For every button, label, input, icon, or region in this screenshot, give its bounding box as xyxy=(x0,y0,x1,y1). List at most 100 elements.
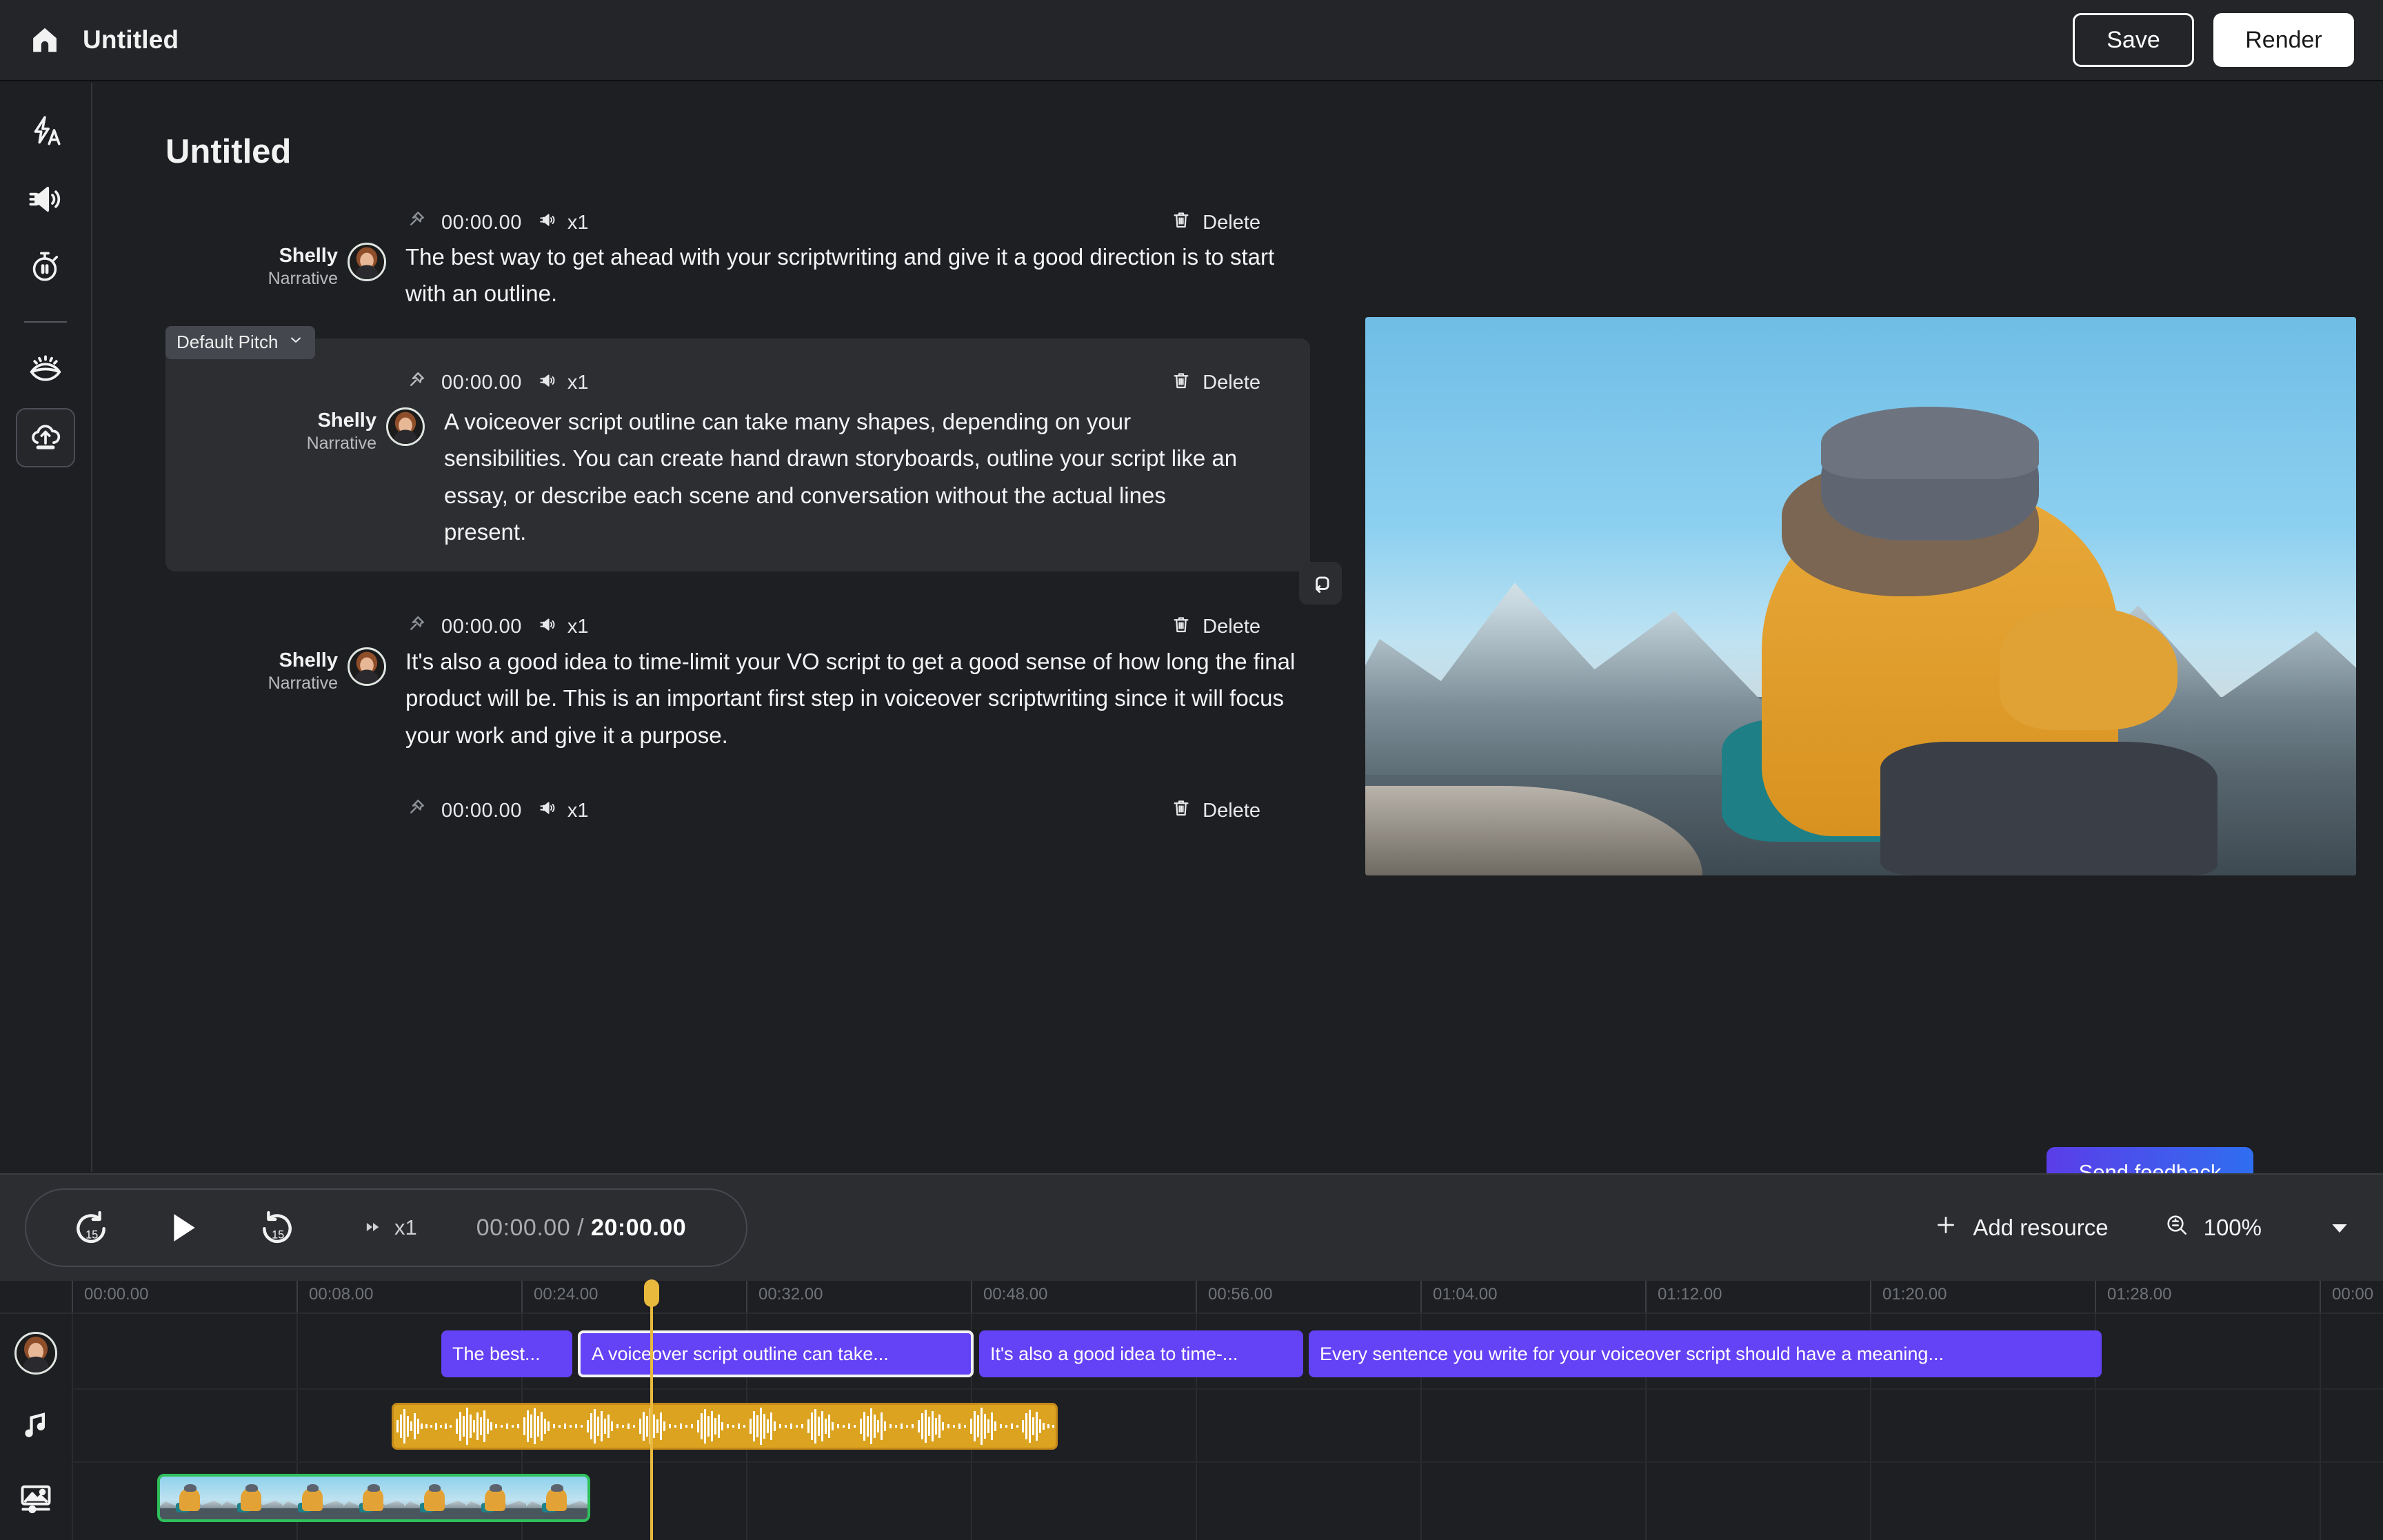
trash-icon xyxy=(1171,798,1192,824)
add-resource-button[interactable]: Add resource xyxy=(1934,1213,2108,1242)
avatar[interactable] xyxy=(348,243,386,281)
avatar[interactable] xyxy=(386,407,425,446)
playback-controls: 15 15 x1 00:00.00 / 20:00. xyxy=(25,1188,747,1267)
timeline-clip-video[interactable] xyxy=(157,1474,590,1522)
transport-bar: 15 15 x1 00:00.00 / 20:00. xyxy=(0,1173,2383,1281)
timeline-clip[interactable]: Every sentence you write for your voiceo… xyxy=(1309,1330,2102,1377)
ruler-tick-label: 01:20.00 xyxy=(1882,1285,1947,1304)
timeline-clip[interactable]: It's also a good idea to time-... xyxy=(979,1330,1303,1377)
speaker-name: Shelly xyxy=(268,650,338,672)
zoom-fit-icon xyxy=(2165,1213,2189,1242)
timeline-clip-audio[interactable] xyxy=(392,1403,1058,1450)
preview-area xyxy=(1365,317,2356,875)
avatar[interactable] xyxy=(348,647,386,686)
sidebar-item-auto-script[interactable] xyxy=(16,103,75,163)
timeline-clip[interactable]: The best... xyxy=(441,1330,572,1377)
volume-small-icon xyxy=(537,799,558,822)
ruler-tick-label: 00:24.00 xyxy=(534,1285,598,1304)
playhead[interactable] xyxy=(650,1281,653,1540)
time-separator: / xyxy=(577,1215,584,1241)
top-bar-actions: Save Render xyxy=(2073,13,2354,67)
timeline-track-media[interactable] xyxy=(0,1463,2383,1536)
script-block[interactable]: 00:00.00 x1 Delete xyxy=(165,207,1363,312)
top-bar: Untitled Save Render xyxy=(0,0,2383,81)
script-text[interactable]: A voiceover script outline can take many… xyxy=(425,372,1310,551)
block-speed[interactable]: x1 xyxy=(537,799,589,822)
ruler-tick-label: 00:48.00 xyxy=(983,1285,1047,1304)
ruler-tick-label: 00:00 xyxy=(2332,1285,2373,1304)
playback-speed-label: x1 xyxy=(394,1215,417,1240)
time-display: 00:00.00 / 20:00.00 xyxy=(476,1215,686,1242)
pin-icon[interactable] xyxy=(405,798,426,824)
video-preview[interactable] xyxy=(1365,317,2356,875)
delete-label: Delete xyxy=(1203,800,1260,822)
sidebar-item-timing[interactable] xyxy=(16,239,75,298)
playhead-handle[interactable] xyxy=(644,1279,659,1307)
ruler-tick-label: 00:32.00 xyxy=(758,1285,823,1304)
volume-icon xyxy=(28,181,63,221)
timeline-track-music[interactable] xyxy=(0,1390,2383,1463)
music-note-icon xyxy=(18,1407,54,1446)
svg-text:15: 15 xyxy=(86,1228,98,1241)
loop-replace-icon[interactable] xyxy=(1299,562,1342,605)
speaker-role: Narrative xyxy=(268,672,338,696)
forward-15-icon[interactable]: 15 xyxy=(258,1208,296,1247)
current-time: 00:00.00 xyxy=(476,1215,570,1241)
left-toolbar xyxy=(0,83,92,1172)
track-header-media[interactable] xyxy=(0,1463,72,1536)
ruler-tick-label: 00:08.00 xyxy=(309,1285,373,1304)
timeline-ruler[interactable]: 00:00.00 00:08.00 00:24.00 00:32.00 00:4… xyxy=(0,1281,2383,1314)
track-header-music[interactable] xyxy=(0,1390,72,1463)
script-text[interactable]: The best way to get ahead with your scri… xyxy=(386,207,1363,312)
save-button[interactable]: Save xyxy=(2073,13,2194,67)
zoom-control[interactable]: 100% xyxy=(2165,1213,2262,1242)
play-button[interactable] xyxy=(161,1206,203,1249)
track-header-voice[interactable] xyxy=(0,1317,72,1390)
app-root: Untitled Save Render xyxy=(0,0,2383,1540)
plus-icon xyxy=(1934,1213,1958,1242)
delete-button[interactable]: Delete xyxy=(1171,798,1260,824)
block-speed-label: x1 xyxy=(567,800,589,822)
block-timecode: 00:00.00 xyxy=(441,800,522,822)
cloud-upload-icon xyxy=(28,418,63,458)
zoom-level-label: 100% xyxy=(2204,1215,2262,1241)
speaker-info: Shelly Narrative xyxy=(165,207,386,312)
svg-text:15: 15 xyxy=(272,1228,284,1241)
timeline-clip-selected[interactable]: A voiceover script outline can take... xyxy=(578,1330,974,1377)
stopwatch-pause-icon xyxy=(28,250,63,287)
fast-forward-icon xyxy=(363,1215,383,1240)
page-title: Untitled xyxy=(165,132,1363,171)
speaker-name: Shelly xyxy=(268,245,338,267)
lips-icon xyxy=(27,350,64,391)
script-block-meta: 00:00.00 x1 Delete xyxy=(405,795,1260,827)
script-block-selected[interactable]: Default Pitch 00:00.00 xyxy=(165,338,1310,571)
ruler-tick-label: 01:04.00 xyxy=(1433,1285,1497,1304)
caret-down-icon[interactable] xyxy=(2328,1216,2351,1239)
speaker-role: Narrative xyxy=(307,432,376,456)
add-resource-label: Add resource xyxy=(1973,1215,2108,1241)
avatar-icon[interactable] xyxy=(14,1332,57,1375)
speaker-info: Shelly Narrative xyxy=(165,611,386,753)
sidebar-item-pronunciation[interactable] xyxy=(16,341,75,400)
timeline-track-voice[interactable]: The best... A voiceover script outline c… xyxy=(0,1317,2383,1390)
speaker-role: Narrative xyxy=(268,267,338,291)
sidebar-item-upload[interactable] xyxy=(16,408,75,467)
toolbar-divider xyxy=(24,321,67,323)
lightning-text-icon xyxy=(28,114,63,152)
speaker-name: Shelly xyxy=(307,410,376,432)
timeline-tools: Add resource 100% xyxy=(1934,1213,2351,1242)
ruler-tick-label: 00:56.00 xyxy=(1208,1285,1272,1304)
document-title: Untitled xyxy=(83,26,179,54)
render-button[interactable]: Render xyxy=(2213,13,2354,67)
script-text[interactable]: It's also a good idea to time-limit your… xyxy=(386,611,1363,753)
script-block[interactable]: 00:00.00 x1 Delete xyxy=(165,611,1363,753)
sidebar-item-voice-settings[interactable] xyxy=(16,171,75,230)
timeline[interactable]: 00:00.00 00:08.00 00:24.00 00:32.00 00:4… xyxy=(0,1281,2383,1540)
speaker-info: Shelly Narrative xyxy=(204,372,425,551)
ruler-tick-label: 01:28.00 xyxy=(2107,1285,2171,1304)
rewind-15-icon[interactable]: 15 xyxy=(72,1208,110,1247)
home-icon[interactable] xyxy=(29,24,61,56)
script-panel[interactable]: Untitled 00:00.00 x1 xyxy=(94,83,1363,1172)
playback-speed[interactable]: x1 xyxy=(363,1215,417,1240)
total-time: 20:00.00 xyxy=(591,1215,686,1241)
